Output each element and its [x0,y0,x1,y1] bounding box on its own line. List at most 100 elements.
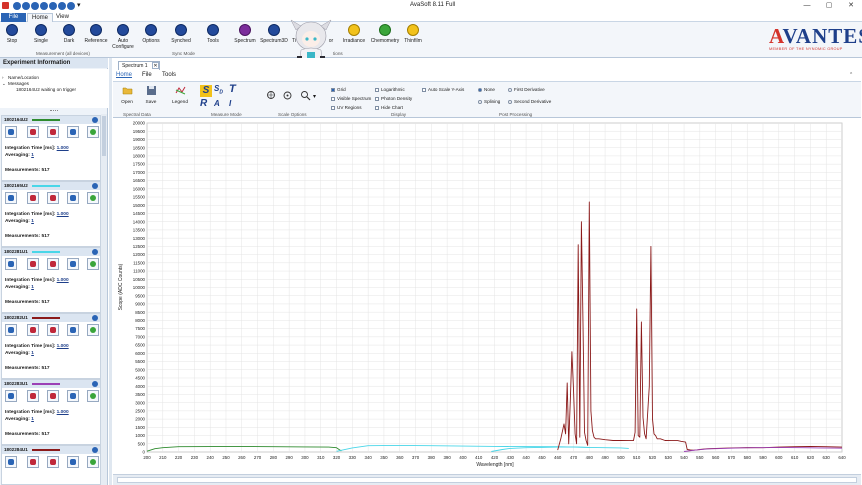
panel-grip[interactable] [50,110,58,112]
averaging-value[interactable]: 1 [31,153,34,158]
device-dark-button[interactable] [27,192,39,204]
integration-time-value[interactable]: 1.000 [57,278,69,283]
qa-options-icon[interactable] [49,2,57,10]
uv-regions-checkbox[interactable]: UV Regions [331,105,362,110]
qa-dropdown-icon[interactable]: ▾ [77,1,81,9]
device-chart-button[interactable] [67,258,79,270]
device-chart-button[interactable] [67,192,79,204]
device-start-button[interactable] [87,258,99,270]
device-start-button[interactable] [87,126,99,138]
device-dark-button[interactable] [27,390,39,402]
integration-time-value[interactable]: 1.000 [57,344,69,349]
device-color-swatch[interactable] [32,251,60,253]
synched-button[interactable]: Synched [169,24,193,44]
file-menu[interactable]: File [1,13,26,22]
device-settings-button[interactable] [5,390,17,402]
single-button[interactable]: Single [31,24,51,44]
save-button[interactable]: Save [143,85,159,105]
photon-density-checkbox[interactable]: Photon Density [375,96,412,101]
averaging-value[interactable]: 1 [31,219,34,224]
qa-help-icon[interactable] [67,2,75,10]
spectrum3d-button[interactable]: Spectrum3D [259,24,289,44]
irradiance-button[interactable]: Irradiance [341,24,367,44]
minimize-button[interactable]: — [800,1,814,11]
tab-home[interactable]: Home [27,13,54,22]
device-dark-button[interactable] [27,126,39,138]
scrollbar-thumb[interactable] [117,477,857,483]
tree-expander-icon[interactable]: › [2,75,4,80]
qa-reference-icon[interactable] [40,2,48,10]
post-second-derivative-radio[interactable]: Second Derivative [508,99,551,104]
collapse-icon[interactable] [92,117,98,123]
tree-item-messages[interactable]: Messages [8,81,29,86]
collapse-icon[interactable] [92,315,98,321]
device-dark-button[interactable] [27,324,39,336]
chart-horizontal-scrollbar[interactable] [113,474,861,485]
hide-chart-checkbox[interactable]: Hide Chart [375,105,403,110]
spectrum-button[interactable]: Spectrum [232,24,258,44]
device-start-button[interactable] [87,390,99,402]
visible-spectrum-checkbox[interactable]: Visible Spectrum [331,96,371,101]
integration-time-value[interactable]: 1.000 [57,146,69,151]
device-reference-button[interactable] [47,126,59,138]
device-reference-button[interactable] [47,258,59,270]
averaging-value[interactable]: 1 [31,285,34,290]
logarithmic-checkbox[interactable]: Logarithmic [375,87,405,92]
open-button[interactable]: Open [119,85,135,105]
device-settings-button[interactable] [5,126,17,138]
mode-scope-button[interactable]: S [200,85,212,97]
post-splining-radio[interactable]: Splining [478,99,500,104]
device-chart-button[interactable] [67,390,79,402]
tab-view[interactable]: View [52,13,73,22]
chemometry-button[interactable]: Chemometry [369,24,401,44]
device-color-swatch[interactable] [32,449,60,451]
device-dark-button[interactable] [27,258,39,270]
post-none-radio[interactable]: None [478,87,495,92]
tree-expander-icon[interactable]: ⌄ [2,81,6,87]
mode-scope-minus-dark-button[interactable]: SD [214,84,223,96]
device-reference-button[interactable] [47,390,59,402]
device-reference-button[interactable] [47,324,59,336]
averaging-value[interactable]: 1 [31,351,34,356]
mode-transmission-button[interactable]: T [229,83,236,95]
zoom-dropdown-icon[interactable]: ▾ [313,93,316,100]
tree-item-message[interactable]: 1802164U2 waiting on trigger [16,87,76,92]
device-settings-button[interactable] [5,258,17,270]
device-settings-button[interactable] [5,456,17,468]
device-chart-button[interactable] [67,456,79,468]
collapse-icon[interactable] [92,447,98,453]
qa-save-icon[interactable] [58,2,66,10]
zoom-in-button[interactable] [299,90,311,105]
reference-button[interactable]: Reference [83,24,109,44]
dark-button[interactable]: Dark [60,24,78,44]
maximize-button[interactable]: ▢ [822,1,836,11]
auto-scale-checkbox[interactable]: Auto Scale Y-Axis [422,87,464,92]
collapse-icon[interactable] [92,183,98,189]
device-color-swatch[interactable] [32,185,60,187]
mode-reflection-button[interactable]: R [200,98,207,109]
device-settings-button[interactable] [5,324,17,336]
qa-dark-icon[interactable] [31,2,39,10]
mode-absorbance-button[interactable]: A [214,99,220,108]
subtab-home[interactable]: Home [116,72,132,78]
device-start-button[interactable] [87,324,99,336]
zoom-fit-button[interactable] [265,90,277,105]
scrollbar-thumb[interactable] [102,116,106,156]
device-dark-button[interactable] [27,456,39,468]
options-button[interactable]: Options [140,24,162,44]
grid-checkbox[interactable]: Grid [331,87,346,92]
mode-irradiance-button[interactable]: I [229,99,231,108]
device-color-swatch[interactable] [32,317,60,319]
device-chart-button[interactable] [67,324,79,336]
device-start-button[interactable] [87,456,99,468]
qa-stop-icon[interactable] [13,2,21,10]
device-color-swatch[interactable] [32,119,60,121]
device-chart-button[interactable] [67,126,79,138]
ribbon-collapse-icon[interactable]: ⌃ [849,72,853,78]
tree-item-name-location[interactable]: Name/Location [8,75,39,80]
zoom-pan-button[interactable] [281,90,293,105]
close-tab-icon[interactable]: ✕ [152,62,159,69]
integration-time-value[interactable]: 1.000 [57,212,69,217]
device-color-swatch[interactable] [32,383,60,385]
auto-configure-button[interactable]: Auto Configure [110,24,136,50]
